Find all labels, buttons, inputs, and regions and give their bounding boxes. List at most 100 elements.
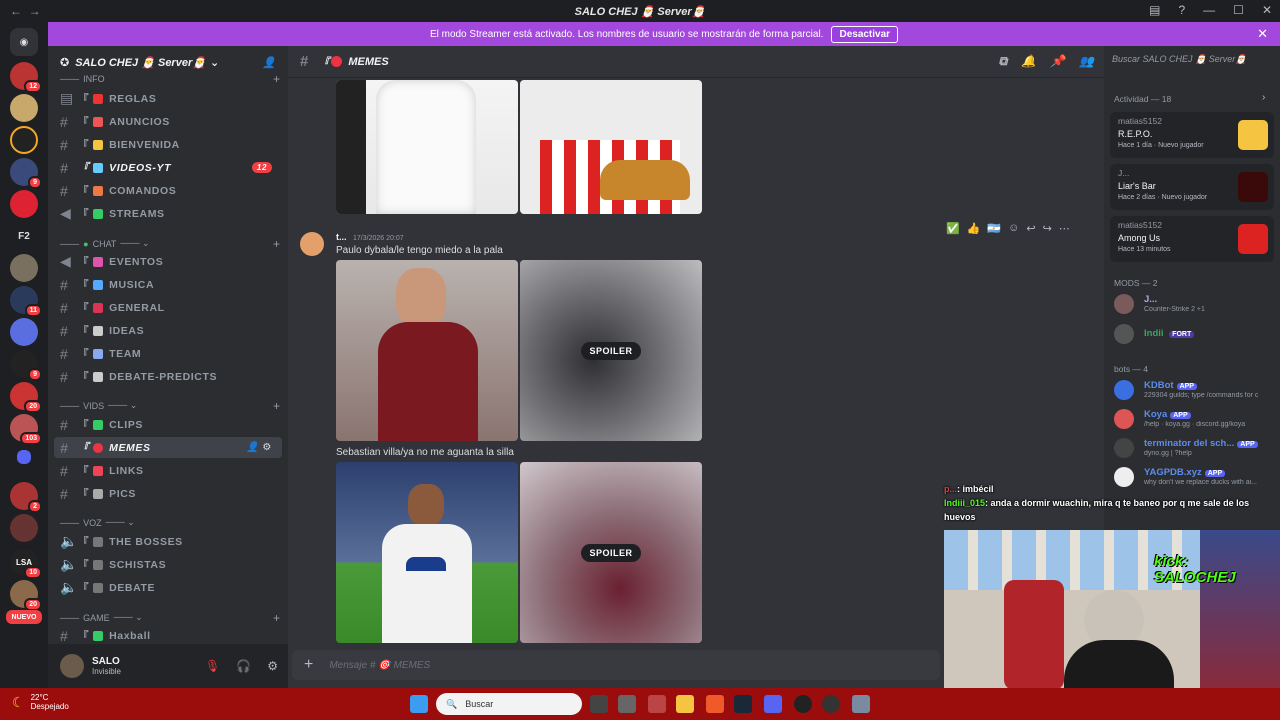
meme-image-dybala[interactable] bbox=[336, 260, 518, 441]
server-icon[interactable]: 9 bbox=[10, 350, 42, 381]
reaction-thumbs-icon[interactable]: 👍 bbox=[967, 222, 981, 235]
server-icon[interactable]: 20 bbox=[10, 580, 42, 611]
server-f2[interactable]: F2 bbox=[10, 222, 38, 250]
meme-image[interactable] bbox=[336, 80, 518, 214]
server-icon[interactable] bbox=[10, 190, 38, 218]
headphones-icon[interactable]: 🎧 bbox=[236, 659, 251, 673]
obs-icon[interactable] bbox=[794, 695, 812, 713]
meme-image-villa[interactable] bbox=[336, 462, 518, 643]
app-icon[interactable] bbox=[618, 695, 636, 713]
category-game[interactable]: ─── GAME ─── ⌄ + bbox=[60, 611, 280, 625]
bot-item[interactable]: KDBot APP 229304 guilds; type /commands f… bbox=[1114, 378, 1280, 404]
channel-debate-predicts[interactable]: # 『DEBATE-PREDICTS bbox=[54, 366, 282, 387]
server-icon[interactable] bbox=[10, 514, 38, 542]
message-author[interactable]: t... bbox=[336, 232, 347, 242]
voice-channel-debate[interactable]: 🔈 『DEBATE bbox=[54, 577, 282, 598]
bell-icon[interactable]: 🔔 bbox=[1021, 54, 1036, 69]
server-icon[interactable] bbox=[10, 254, 38, 282]
voice-channel-schistas[interactable]: 🔈 『SCHISTAS bbox=[54, 554, 282, 575]
chevron-right-icon[interactable]: › bbox=[1262, 92, 1265, 103]
spoiler-image[interactable]: SPOILER bbox=[520, 260, 702, 441]
bot-item[interactable]: terminator del sch... APP dyno.gg | ?help bbox=[1114, 436, 1280, 462]
channel-links[interactable]: # 『LINKS bbox=[54, 460, 282, 481]
channel-memes[interactable]: # 『MEMES 👤 ⚙ bbox=[54, 437, 282, 458]
server-icon[interactable]: 9 bbox=[10, 158, 42, 189]
add-channel-icon[interactable]: + bbox=[273, 72, 280, 86]
server-icon[interactable] bbox=[10, 126, 38, 154]
channel-haxball[interactable]: # 『Haxball bbox=[54, 625, 282, 646]
message-input[interactable]: + Mensaje # 🎯 MEMES bbox=[292, 650, 940, 680]
server-icon[interactable]: LSA 10 bbox=[10, 548, 42, 579]
channel-ideas[interactable]: # 『IDEAS bbox=[54, 320, 282, 341]
channel-reglas[interactable]: ▤ 『REGLAS bbox=[54, 88, 282, 109]
threads-icon[interactable]: ⧉ bbox=[999, 54, 1008, 69]
reaction-flag-icon[interactable]: 🇦🇷 bbox=[987, 222, 1001, 235]
category-vids[interactable]: ─── VIDS ─── ⌄ + bbox=[60, 399, 280, 413]
add-reaction-icon[interactable]: ☺ bbox=[1008, 222, 1019, 235]
voice-channel-the-bosses[interactable]: 🔈 『THE BOSSES bbox=[54, 531, 282, 552]
app-icon[interactable] bbox=[822, 695, 840, 713]
channel-pics[interactable]: # 『PICS bbox=[54, 483, 282, 504]
server-icon[interactable] bbox=[10, 318, 38, 346]
add-member-icon[interactable]: 👤 bbox=[262, 56, 276, 69]
activity-card[interactable]: matias5152 Among Us Hace 13 minutos bbox=[1110, 216, 1274, 262]
bot-item[interactable]: Koya APP /help · koya.gg · discord.gg/koy… bbox=[1114, 407, 1280, 433]
add-channel-icon[interactable]: + bbox=[273, 611, 280, 625]
maximize-icon[interactable]: ☐ bbox=[1233, 3, 1244, 17]
folder-icon[interactable] bbox=[17, 450, 31, 464]
minimize-icon[interactable]: — bbox=[1203, 3, 1215, 17]
mute-mic-icon[interactable]: 🎙 bbox=[205, 659, 220, 673]
category-info[interactable]: ─── INFO + bbox=[60, 72, 280, 86]
more-icon[interactable]: ⋯ bbox=[1059, 222, 1070, 235]
discord-home-icon[interactable]: ◉ bbox=[10, 28, 38, 56]
brave-icon[interactable] bbox=[706, 695, 724, 713]
channel-eventos[interactable]: ◀ 『EVENTOS bbox=[54, 251, 282, 272]
server-icon[interactable]: 103 bbox=[10, 414, 42, 445]
reply-icon[interactable]: ↩ bbox=[1026, 222, 1035, 235]
server-icon[interactable]: 20 bbox=[10, 382, 42, 413]
search-input[interactable]: Buscar SALO CHEJ 🎅 Server🎅 bbox=[1112, 54, 1274, 70]
server-icon[interactable] bbox=[10, 94, 38, 122]
close-banner-icon[interactable]: ✕ bbox=[1257, 26, 1268, 42]
avatar[interactable] bbox=[60, 654, 84, 678]
channel-musica[interactable]: # 『MUSICA bbox=[54, 274, 282, 295]
activity-card[interactable]: matias5152 R.E.P.O. Hace 1 día · Nuevo j… bbox=[1110, 112, 1274, 158]
gear-icon[interactable]: ⚙ bbox=[267, 659, 278, 673]
channel-bienvenida[interactable]: # 『BIENVENIDA bbox=[54, 134, 282, 155]
channel-streams[interactable]: ◀ 『STREAMS bbox=[54, 203, 282, 224]
channel-team[interactable]: # 『TEAM bbox=[54, 343, 282, 364]
close-icon[interactable]: ✕ bbox=[1262, 3, 1272, 17]
discord-icon[interactable] bbox=[764, 695, 782, 713]
add-channel-icon[interactable]: + bbox=[273, 237, 280, 251]
server-icon[interactable]: 12 bbox=[10, 62, 42, 93]
taskbar-search[interactable]: 🔍 Buscar bbox=[436, 693, 582, 715]
channel-comandos[interactable]: # 『COMANDOS bbox=[54, 180, 282, 201]
weather-widget[interactable]: ☾ 22°C Despejado bbox=[12, 693, 69, 711]
add-channel-icon[interactable]: + bbox=[273, 399, 280, 413]
channel-anuncios[interactable]: # 『ANUNCIOS bbox=[54, 111, 282, 132]
inbox-icon[interactable]: ▤ bbox=[1149, 3, 1160, 17]
reaction-check-icon[interactable]: ✅ bbox=[946, 222, 960, 235]
help-icon[interactable]: ? bbox=[1178, 3, 1185, 17]
channel-clips[interactable]: # 『CLIPS bbox=[54, 414, 282, 435]
meme-image[interactable] bbox=[520, 80, 702, 214]
settings-icon[interactable] bbox=[852, 695, 870, 713]
task-view-icon[interactable] bbox=[590, 695, 608, 713]
category-voz[interactable]: ─── VOZ ─── ⌄ bbox=[60, 517, 280, 528]
file-explorer-icon[interactable] bbox=[676, 695, 694, 713]
start-button-icon[interactable] bbox=[410, 695, 428, 713]
spoiler-image[interactable]: SPOILER bbox=[520, 462, 702, 643]
channel-general[interactable]: # 『GENERAL bbox=[54, 297, 282, 318]
add-attachment-icon[interactable]: + bbox=[304, 656, 313, 674]
server-icon[interactable]: 11 bbox=[10, 286, 42, 317]
app-icon[interactable] bbox=[648, 695, 666, 713]
channel-settings-icons[interactable]: 👤 ⚙ bbox=[246, 442, 272, 453]
channel-videos-yt[interactable]: # 『VIDEOS-YT 12 bbox=[54, 157, 282, 178]
pin-icon[interactable]: 📌 bbox=[1050, 54, 1065, 69]
deactivate-button[interactable]: Desactivar bbox=[831, 25, 899, 43]
member-item[interactable]: Indii FORT bbox=[1114, 322, 1280, 348]
member-item[interactable]: J... Counter-Strike 2 +1 bbox=[1114, 292, 1280, 318]
category-chat[interactable]: ─── ● CHAT ─── ⌄ + bbox=[60, 237, 280, 251]
steam-icon[interactable] bbox=[734, 695, 752, 713]
forward-icon[interactable]: ↪ bbox=[1043, 222, 1052, 235]
